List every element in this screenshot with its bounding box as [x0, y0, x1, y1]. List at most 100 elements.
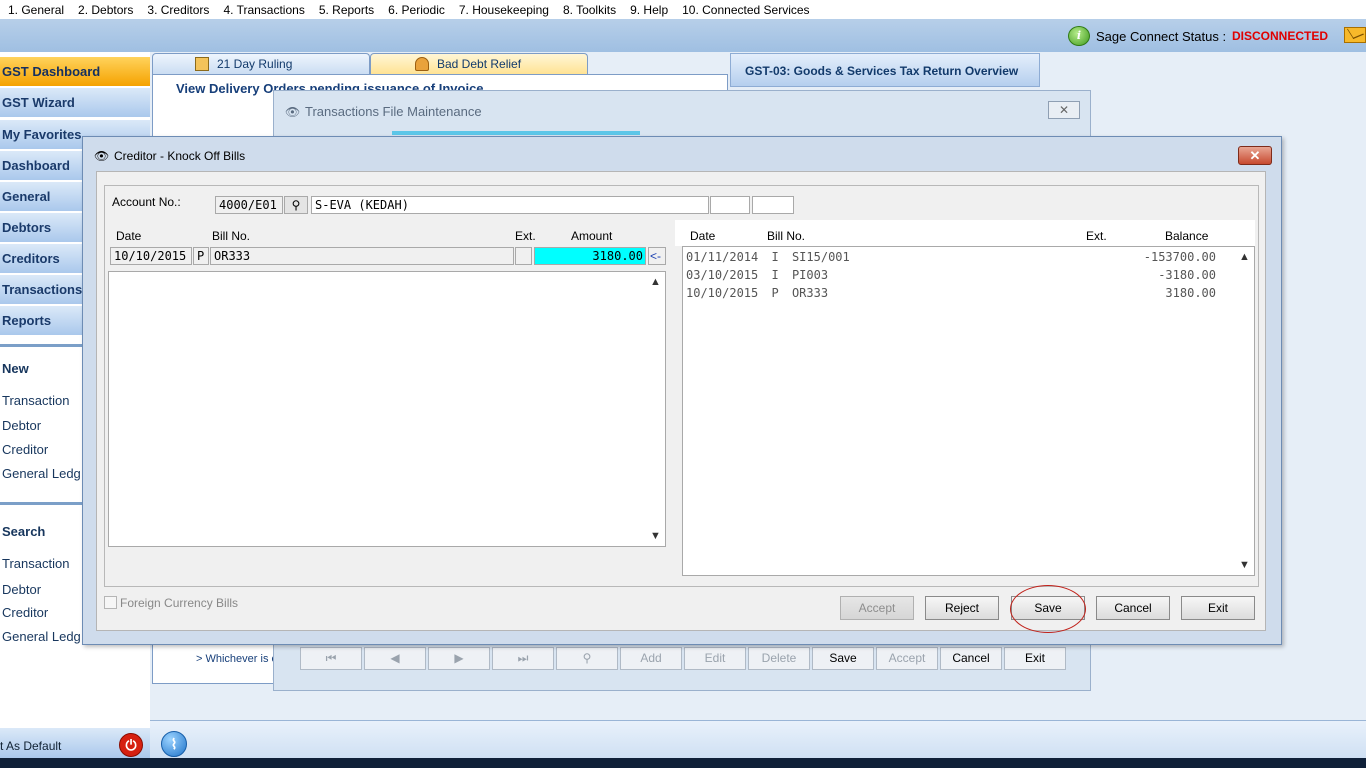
menu-toolkits[interactable]: 8. Toolkits — [563, 3, 616, 17]
sidebar-divider — [0, 502, 82, 505]
chevron-down-icon[interactable]: ▼ — [650, 530, 661, 542]
selected-bill-type[interactable]: P — [193, 247, 209, 265]
bill-balance: -3180.00 — [1158, 268, 1216, 282]
tab-21-day-ruling[interactable]: 21 Day Ruling — [152, 53, 370, 75]
bill-balance: 3180.00 — [1165, 286, 1216, 300]
table-row[interactable]: 03/10/2015 I PI003 — [686, 268, 834, 282]
reject-button[interactable]: Reject — [925, 596, 999, 620]
select-pointer-button[interactable]: <- — [648, 247, 666, 265]
selected-bill-no[interactable]: OR333 — [210, 247, 514, 265]
account-name-field[interactable]: S-EVA (KEDAH) — [311, 196, 709, 214]
save-highlight-annotation — [1010, 585, 1086, 633]
sidebar-search-transaction[interactable]: Transaction — [2, 556, 69, 571]
menu-periodic[interactable]: 6. Periodic — [388, 3, 445, 17]
tfm-save-button[interactable]: Save — [812, 647, 874, 670]
sidebar-new-debtor[interactable]: Debtor — [2, 418, 41, 433]
sidebar-search-debtor[interactable]: Debtor — [2, 582, 41, 597]
accept-button[interactable]: Accept — [840, 596, 914, 620]
tfm-first-button[interactable]: ⏮ — [300, 647, 362, 670]
chevron-up-icon[interactable]: ▲ — [650, 276, 661, 288]
left-header-ext: Ext. — [515, 229, 536, 243]
sidebar-search-title: Search — [2, 524, 46, 539]
foreign-currency-label: Foreign Currency Bills — [120, 596, 239, 610]
gst03-overview-header[interactable]: GST-03: Goods & Services Tax Return Over… — [730, 53, 1040, 87]
right-header-date: Date — [690, 229, 716, 243]
sidebar-new-general-ledger[interactable]: General Ledg — [2, 466, 81, 481]
menu-housekeeping[interactable]: 7. Housekeeping — [459, 3, 549, 17]
tfm-delete-button[interactable]: Delete — [748, 647, 810, 670]
tfm-search-button[interactable]: ⚲ — [556, 647, 618, 670]
tfm-accept-button[interactable]: Accept — [876, 647, 938, 670]
table-row[interactable]: 01/11/2014 I SI15/001 — [686, 250, 856, 264]
tfm-last-button[interactable]: ⏭ — [492, 647, 554, 670]
chevron-down-icon[interactable]: ▼ — [1239, 559, 1250, 571]
tfm-highlight-bar — [392, 131, 640, 135]
dialog-close-button[interactable]: ✕ — [1238, 146, 1272, 165]
menu-general[interactable]: 1. General — [8, 3, 64, 17]
bill-date: 03/10/2015 — [686, 268, 759, 282]
set-as-default-link[interactable]: t As Default — [0, 739, 61, 753]
tfm-edit-button[interactable]: Edit — [684, 647, 746, 670]
menu-debtors[interactable]: 2. Debtors — [78, 3, 133, 17]
menu-bar: 1. General 2. Debtors 3. Creditors 4. Tr… — [0, 0, 1366, 19]
left-header-date: Date — [116, 229, 142, 243]
power-icon[interactable]: ⏻ — [119, 733, 143, 757]
account-no-label: Account No.: — [112, 195, 181, 209]
left-header-amount: Amount — [571, 229, 613, 243]
info-icon: i — [1068, 26, 1090, 46]
bill-date: 01/11/2014 — [686, 250, 759, 264]
tab-bad-debt-relief[interactable]: Bad Debt Relief — [370, 53, 588, 75]
bill-balance: -153700.00 — [1143, 250, 1216, 264]
account-no-field[interactable]: 4000/E01 — [215, 196, 283, 214]
tfm-close-button[interactable]: ✕ — [1048, 101, 1080, 119]
menu-help[interactable]: 9. Help — [630, 3, 668, 17]
sidebar-search-creditor[interactable]: Creditor — [2, 605, 48, 620]
sidebar-new-title: New — [2, 361, 29, 376]
sage-connect-status-value: DISCONNECTED — [1232, 29, 1329, 43]
tfm-title: Transactions File Maintenance — [305, 104, 482, 119]
people-icon — [415, 57, 429, 71]
tfm-prev-button[interactable]: ◀ — [364, 647, 426, 670]
sidebar-search-general-ledger[interactable]: General Ledg — [2, 629, 81, 644]
bill-date: 10/10/2015 — [686, 286, 759, 300]
account-extra-field-1[interactable] — [710, 196, 750, 214]
eye-icon: 👁 — [285, 105, 301, 119]
sage-connect-status-label: Sage Connect Status : — [1096, 29, 1227, 44]
account-lookup-button[interactable]: ⚲ — [284, 196, 308, 214]
taskbar-strip — [0, 758, 1366, 768]
selected-bill-ext[interactable] — [515, 247, 532, 265]
tfm-exit-button[interactable]: Exit — [1004, 647, 1066, 670]
menu-creditors[interactable]: 3. Creditors — [147, 3, 209, 17]
selected-bill-date[interactable]: 10/10/2015 — [110, 247, 192, 265]
rss-icon[interactable]: ⌇ — [161, 731, 187, 757]
bill-type: I — [771, 250, 779, 264]
sidebar-item-gst-wizard[interactable]: GST Wizard — [0, 88, 150, 118]
sidebar-new-creditor[interactable]: Creditor — [2, 442, 48, 457]
eye-icon: 👁 — [94, 149, 110, 163]
selected-bills-grid — [108, 271, 666, 547]
sidebar-divider — [0, 344, 82, 347]
left-header-bill-no: Bill No. — [212, 229, 251, 243]
tab-bad-debt-relief-label: Bad Debt Relief — [437, 57, 522, 71]
sidebar-item-gst-dashboard[interactable]: GST Dashboard — [0, 57, 150, 87]
bill-type: P — [771, 286, 779, 300]
sidebar-new-transaction[interactable]: Transaction — [2, 393, 69, 408]
menu-connected-services[interactable]: 10. Connected Services — [682, 3, 809, 17]
account-extra-field-2[interactable] — [752, 196, 794, 214]
tfm-cancel-button[interactable]: Cancel — [940, 647, 1002, 670]
selected-bill-amount[interactable]: 3180.00 — [534, 247, 646, 265]
chevron-up-icon[interactable]: ▲ — [1239, 251, 1250, 263]
bill-no: PI003 — [791, 268, 829, 282]
right-header-ext: Ext. — [1086, 229, 1107, 243]
tfm-next-button[interactable]: ▶ — [428, 647, 490, 670]
bill-type: I — [771, 268, 779, 282]
tfm-add-button[interactable]: Add — [620, 647, 682, 670]
menu-transactions[interactable]: 4. Transactions — [223, 3, 304, 17]
exit-button[interactable]: Exit — [1181, 596, 1255, 620]
cancel-button[interactable]: Cancel — [1096, 596, 1170, 620]
foreign-currency-checkbox[interactable] — [104, 596, 117, 609]
mail-icon[interactable] — [1344, 27, 1366, 43]
table-row[interactable]: 10/10/2015 P OR333 — [686, 286, 834, 300]
menu-reports[interactable]: 5. Reports — [319, 3, 374, 17]
bill-no: SI15/001 — [791, 250, 850, 264]
